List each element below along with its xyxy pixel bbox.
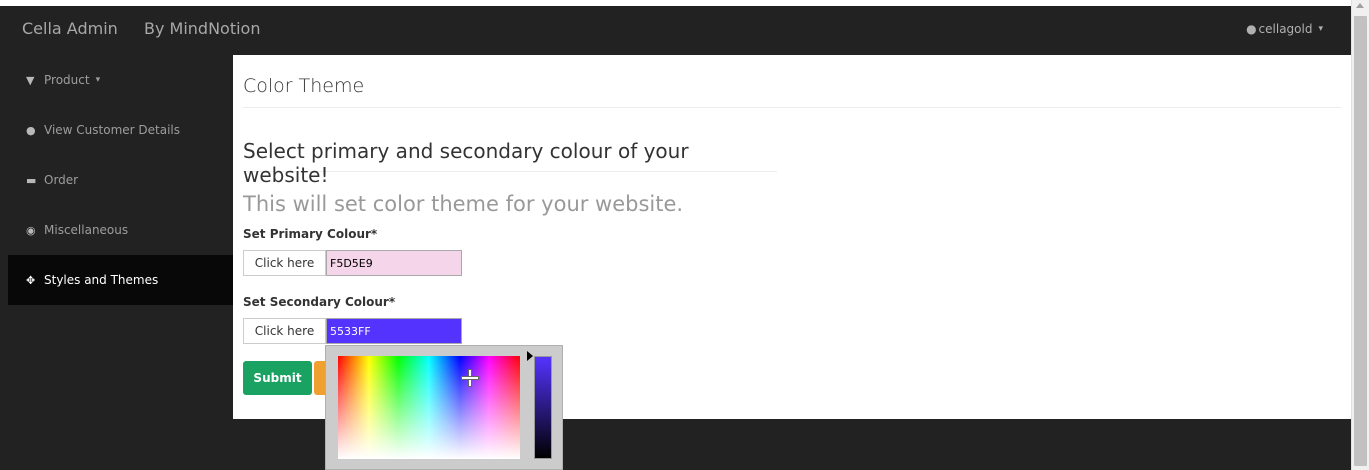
chevron-down-icon: ▾ [95,75,101,85]
sidebar-item-label: View Customer Details [44,123,180,137]
color-picker-popup [325,345,563,470]
sidebar-item-view-customer-details[interactable]: ● View Customer Details [8,105,233,155]
page-title: Color Theme [243,75,1341,108]
sidebar-item-label: Styles and Themes [44,273,159,287]
brand-subtitle[interactable]: By MindNotion [144,19,260,38]
scroll-up-arrow-icon[interactable] [1356,3,1364,8]
primary-colour-input[interactable]: F5D5E9 [326,250,462,276]
sidebar-item-label: Product [44,73,90,87]
scroll-thumb[interactable] [1354,16,1367,466]
sidebar-item-label: Order [44,173,79,187]
secondary-click-here-button[interactable]: Click here [243,318,326,344]
value-slider[interactable] [534,356,552,459]
chevron-down-icon: ▾ [1318,24,1323,34]
sidebar-item-miscellaneous[interactable]: ◉ Miscellaneous [8,205,233,255]
brand-link[interactable]: Cella Admin [22,19,118,38]
sidebar-item-styles-and-themes[interactable]: ✥ Styles and Themes [8,255,233,305]
primary-colour-picker: Click here F5D5E9 [243,250,462,276]
top-navbar: Cella Admin By MindNotion ● cellagold ▾ [8,6,1351,55]
info-text: This will set color theme for your websi… [243,192,684,216]
user-name: cellagold [1258,22,1313,36]
secondary-colour-label: Set Secondary Colour* [243,295,396,309]
user-icon: ● [26,123,36,137]
sidebar-item-label: Miscellaneous [44,223,129,237]
vertical-scrollbar[interactable] [1351,0,1369,470]
sidebar-item-product[interactable]: ▼ Product ▾ [8,55,233,105]
crosshair-cursor-icon[interactable] [462,370,478,386]
secondary-colour-picker: Click here 5533FF [243,318,462,344]
submit-button[interactable]: Submit [243,361,312,395]
dashboard-icon: ◉ [26,223,36,237]
white-overlay [338,356,520,459]
user-icon: ● [1246,22,1257,36]
slider-arrow-icon[interactable] [527,351,533,361]
sidebar-item-order[interactable]: ▬ Order [8,155,233,205]
section-heading: Select primary and secondary colour of y… [243,139,777,187]
saturation-value-area[interactable] [338,356,520,459]
user-menu[interactable]: ● cellagold ▾ [1246,22,1323,36]
crosshair-icon: ✥ [26,273,36,287]
cart-icon: ▬ [26,173,37,187]
primary-colour-label: Set Primary Colour* [243,227,378,241]
primary-click-here-button[interactable]: Click here [243,250,326,276]
secondary-colour-input[interactable]: 5533FF [326,318,462,344]
sidebar: ▼ Product ▾ ● View Customer Details ▬ Or… [8,55,233,470]
filter-icon: ▼ [26,73,35,87]
